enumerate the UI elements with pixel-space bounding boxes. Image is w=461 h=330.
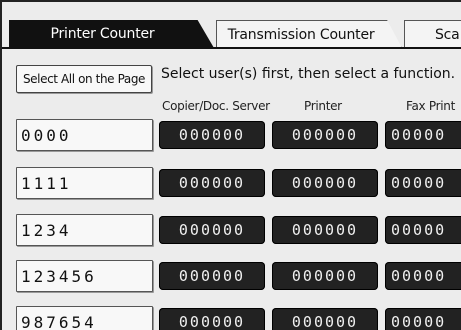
user-row: 987654 000000 000000 00000 (2, 306, 461, 330)
column-header-printer: Printer (304, 99, 342, 113)
fax-counter: 00000 (385, 262, 461, 290)
tab-transmission-counter[interactable]: Transmission Counter (216, 20, 402, 48)
tab-scanner-counter[interactable]: Sca (404, 20, 461, 48)
instruction-text: Select user(s) first, then select a func… (161, 66, 456, 82)
copier-counter: 000000 (159, 121, 265, 149)
user-row: 123456 000000 000000 00000 (2, 260, 461, 292)
fax-counter: 00000 (385, 308, 461, 330)
user-row: 0000 000000 000000 00000 (2, 119, 461, 151)
tab-divider (2, 47, 461, 49)
counter-screen: Printer Counter Transmission Counter Sca… (0, 0, 461, 330)
printer-counter: 000000 (272, 169, 378, 197)
column-header-fax: Fax Print (406, 99, 455, 113)
printer-counter: 000000 (272, 262, 378, 290)
user-button[interactable]: 1234 (16, 214, 153, 246)
copier-counter: 000000 (159, 169, 265, 197)
copier-counter: 000000 (159, 262, 265, 290)
user-button[interactable]: 123456 (16, 260, 153, 292)
printer-counter: 000000 (272, 308, 378, 330)
user-button[interactable]: 1111 (16, 167, 153, 199)
fax-counter: 00000 (385, 216, 461, 244)
fax-counter: 00000 (385, 121, 461, 149)
copier-counter: 000000 (159, 308, 265, 330)
select-all-button[interactable]: Select All on the Page (16, 65, 152, 93)
user-row: 1111 000000 000000 00000 (2, 167, 461, 199)
user-button[interactable]: 0000 (16, 119, 153, 151)
tab-bar: Printer Counter Transmission Counter Sca (2, 2, 461, 49)
printer-counter: 000000 (272, 216, 378, 244)
printer-counter: 000000 (272, 121, 378, 149)
copier-counter: 000000 (159, 216, 265, 244)
user-row: 1234 000000 000000 00000 (2, 214, 461, 246)
tab-printer-counter[interactable]: Printer Counter (9, 20, 214, 48)
fax-counter: 00000 (385, 169, 461, 197)
column-header-copier: Copier/Doc. Server (162, 99, 270, 113)
user-button[interactable]: 987654 (16, 306, 153, 330)
